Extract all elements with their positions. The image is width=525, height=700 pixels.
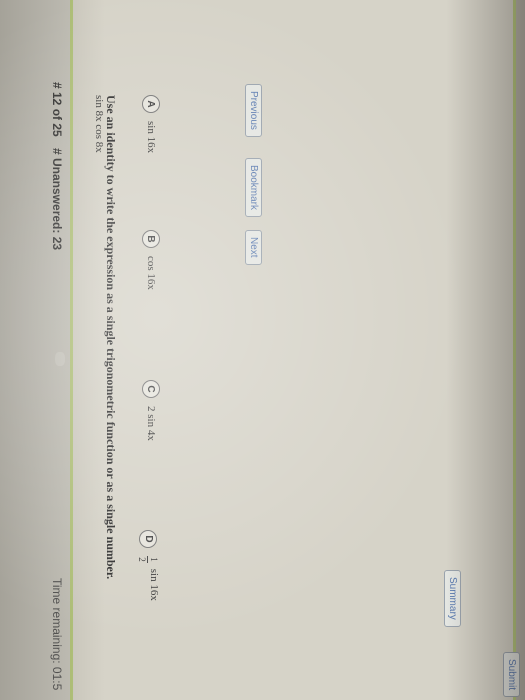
question-expression: sin 8x cos 8x	[93, 95, 105, 153]
choice-a-text: sin 16x	[145, 121, 157, 154]
choice-b[interactable]: B cos 16x	[142, 230, 160, 290]
choice-a[interactable]: A sin 16x	[142, 95, 160, 153]
unanswered-count: # Unanswered: 23	[50, 148, 64, 251]
bookmark-button[interactable]: Bookmark	[245, 158, 262, 218]
fraction-numerator: 1	[149, 557, 159, 562]
summary-button[interactable]: Summary	[444, 570, 461, 627]
cursor-blob	[55, 352, 65, 366]
fraction-bar	[147, 556, 148, 563]
submit-button[interactable]: Submit	[503, 652, 520, 698]
choice-c-bubble[interactable]: C	[142, 380, 160, 398]
choice-c-text: 2 sin 4x	[145, 406, 157, 441]
choice-a-bubble[interactable]: A	[142, 95, 160, 113]
previous-button[interactable]: Previous	[245, 84, 262, 137]
choice-d-text: 1 2 sin 16x	[137, 556, 160, 601]
choice-d-fraction: 1 2	[137, 556, 159, 563]
choice-b-text: cos 16x	[145, 256, 157, 290]
choice-b-bubble[interactable]: B	[142, 230, 160, 248]
header-band	[0, 0, 76, 700]
choice-d-label: sin 16x	[148, 568, 160, 601]
fraction-denominator: 2	[137, 557, 147, 562]
choice-d[interactable]: D 1 2 sin 16x	[137, 530, 160, 601]
question-prompt: Use an identity to write the expression …	[104, 95, 118, 580]
time-remaining: Time remaining: 01:5	[50, 578, 64, 691]
next-button[interactable]: Next	[245, 230, 262, 265]
choice-c[interactable]: C 2 sin 4x	[142, 380, 160, 441]
choice-d-bubble[interactable]: D	[139, 530, 158, 548]
question-counter: # 12 of 25	[50, 82, 64, 137]
